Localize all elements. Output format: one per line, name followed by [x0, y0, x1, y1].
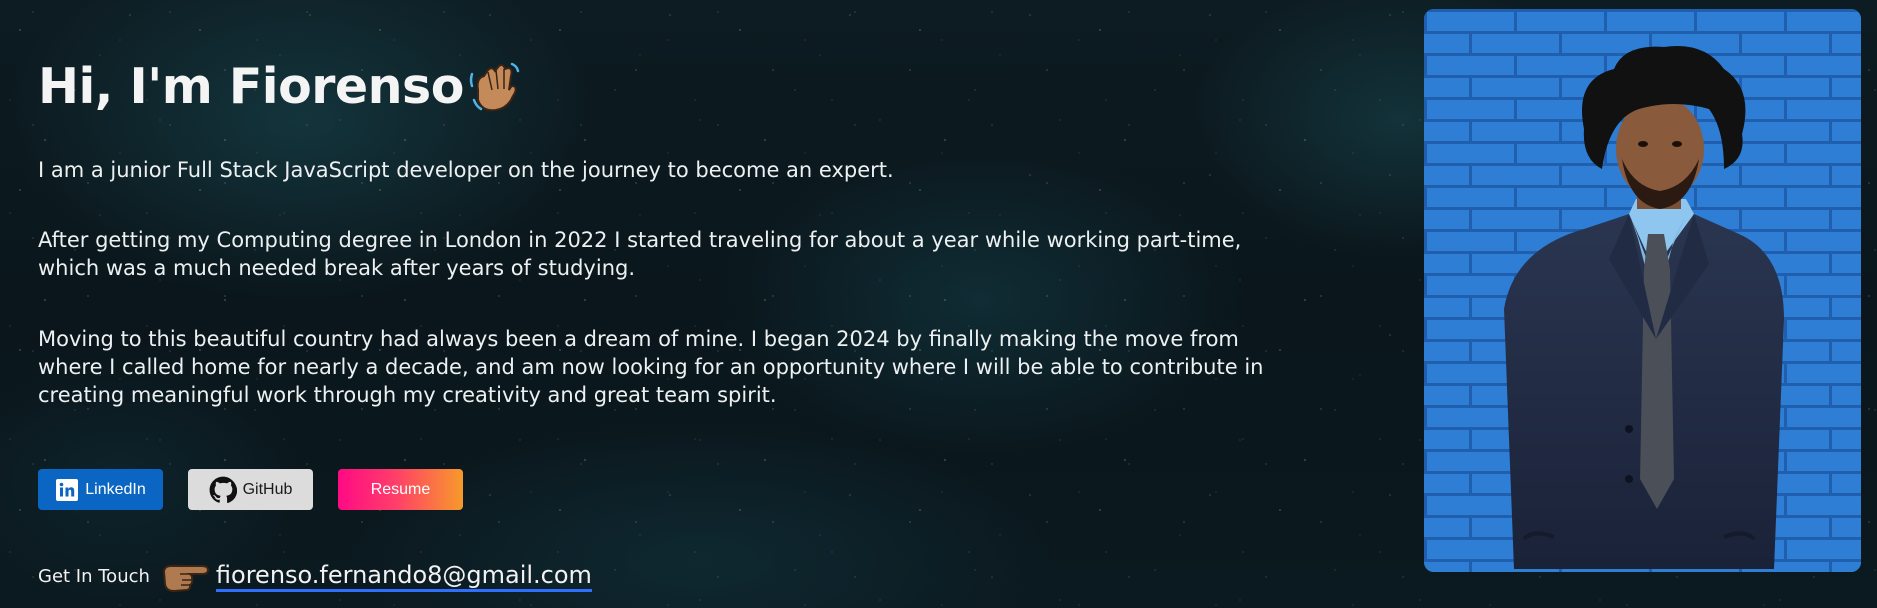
linkedin-label: LinkedIn — [85, 480, 146, 498]
resume-label: Resume — [370, 480, 431, 498]
github-label: GitHub — [242, 480, 293, 498]
intro-paragraph: I am a junior Full Stack JavaScript deve… — [38, 158, 894, 182]
social-buttons: LinkedIn GitHub Resume — [38, 469, 463, 510]
pointing-hand-icon — [162, 558, 210, 594]
contact-label: Get In Touch — [38, 565, 150, 587]
contact-row: Get In Touch fiorenso.fernando8@gmail.co… — [38, 558, 592, 594]
resume-button[interactable]: Resume — [338, 469, 463, 510]
github-button[interactable]: GitHub — [188, 469, 313, 510]
waving-hand-icon — [468, 60, 520, 114]
hero-heading: Hi, I'm Fiorenso — [38, 58, 520, 115]
github-icon — [209, 476, 237, 504]
background-paragraph: After getting my Computing degree in Lon… — [38, 228, 1242, 280]
hero-title: Hi, I'm Fiorenso — [38, 58, 464, 115]
email-link[interactable]: fiorenso.fernando8@gmail.com — [215, 561, 592, 592]
linkedin-button[interactable]: LinkedIn — [38, 469, 163, 510]
profile-photo — [1424, 9, 1861, 572]
goals-paragraph: Moving to this beautiful country had alw… — [38, 327, 1264, 407]
linkedin-icon — [55, 478, 79, 502]
